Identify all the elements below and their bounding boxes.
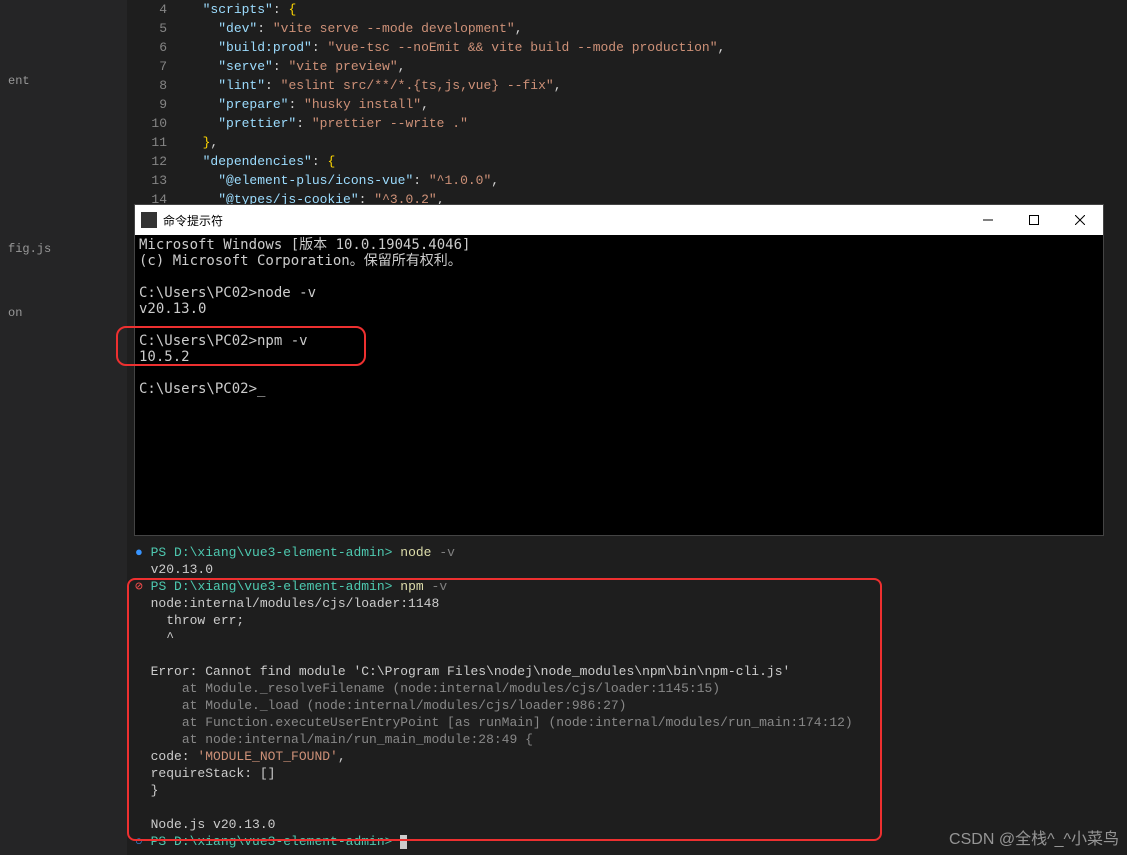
code-line: "dependencies": { xyxy=(187,152,1127,171)
cmd-arg: -v xyxy=(439,545,455,560)
terminal-output: node:internal/modules/cjs/loader:1148 xyxy=(151,596,440,611)
cmd-line: 10.5.2 xyxy=(139,349,1099,365)
sidebar-item[interactable]: on xyxy=(0,304,127,322)
terminal-output: throw err; xyxy=(151,613,245,628)
watermark: CSDN @全栈^_^小菜鸟 xyxy=(949,825,1119,849)
terminal-prompt: PS D:\xiang\vue3-element-admin> xyxy=(151,834,393,849)
terminal-output: v20.13.0 xyxy=(151,562,213,577)
error-message: Cannot find module 'C:\Program Files\nod… xyxy=(205,664,790,679)
error-code-value: 'MODULE_NOT_FOUND' xyxy=(197,749,337,764)
cmd-name: npm xyxy=(400,579,423,594)
minimize-button[interactable] xyxy=(965,205,1011,235)
code-line: "scripts": { xyxy=(187,0,1127,19)
code-line: "lint": "eslint src/**/*.{ts,js,vue} --f… xyxy=(187,76,1127,95)
stack-line: at Module._load (node:internal/modules/c… xyxy=(151,698,627,713)
code-line: "prepare": "husky install", xyxy=(187,95,1127,114)
code-line: "@element-plus/icons-vue": "^1.0.0", xyxy=(187,171,1127,190)
code-line: "serve": "vite preview", xyxy=(187,57,1127,76)
cmd-body[interactable]: Microsoft Windows [版本 10.0.19045.4046](c… xyxy=(135,235,1103,399)
cmd-title-bar[interactable]: 命令提示符 xyxy=(135,205,1103,235)
cmd-line: C:\Users\PC02>_ xyxy=(139,381,1099,397)
cmd-name: node xyxy=(400,545,431,560)
cmd-line: C:\Users\PC02>node -v xyxy=(139,285,1099,301)
code-line: }, xyxy=(187,133,1127,152)
maximize-button[interactable] xyxy=(1011,205,1057,235)
error-code-label: code: xyxy=(135,749,197,764)
cmd-arg: -v xyxy=(432,579,448,594)
stack-line: at Function.executeUserEntryPoint [as ru… xyxy=(151,715,853,730)
cursor xyxy=(400,835,407,849)
stack-line: at node:internal/main/run_main_module:28… xyxy=(151,732,533,747)
cmd-window[interactable]: 命令提示符 Microsoft Windows [版本 10.0.19045.4… xyxy=(134,204,1104,536)
file-tree-sidebar[interactable]: ent fig.js on xyxy=(0,0,127,855)
cmd-line: Microsoft Windows [版本 10.0.19045.4046] xyxy=(139,237,1099,253)
cmd-icon xyxy=(141,212,157,228)
cmd-line: C:\Users\PC02>npm -v xyxy=(139,333,1099,349)
status-dot-icon: ● xyxy=(135,545,143,560)
cmd-line: (c) Microsoft Corporation。保留所有权利。 xyxy=(139,253,1099,269)
terminal-output: ^ xyxy=(151,630,174,645)
cmd-title-text: 命令提示符 xyxy=(163,212,965,229)
require-stack: requireStack: [] xyxy=(135,766,275,781)
terminal-panel[interactable]: ● PS D:\xiang\vue3-element-admin> node -… xyxy=(127,540,1127,855)
stack-line: at Module._resolveFilename (node:interna… xyxy=(151,681,721,696)
close-brace: } xyxy=(135,783,158,798)
sidebar-item[interactable]: fig.js xyxy=(0,240,127,258)
node-version: Node.js v20.13.0 xyxy=(151,817,276,832)
status-dot-icon: ⊘ xyxy=(135,579,143,594)
code-line: "build:prod": "vue-tsc --noEmit && vite … xyxy=(187,38,1127,57)
terminal-prompt: PS D:\xiang\vue3-element-admin> xyxy=(151,579,393,594)
error-head: Error: xyxy=(151,664,206,679)
code-line: "dev": "vite serve --mode development", xyxy=(187,19,1127,38)
close-button[interactable] xyxy=(1057,205,1103,235)
code-line: "prettier": "prettier --write ." xyxy=(187,114,1127,133)
cmd-line: v20.13.0 xyxy=(139,301,1099,317)
terminal-prompt: PS D:\xiang\vue3-element-admin> xyxy=(151,545,393,560)
sidebar-item[interactable]: ent xyxy=(0,72,127,90)
status-dot-icon: ○ xyxy=(135,834,143,849)
